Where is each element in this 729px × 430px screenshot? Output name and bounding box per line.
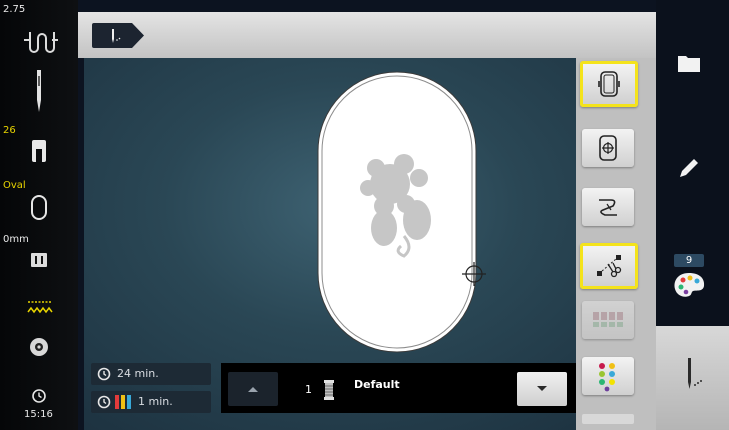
embroider-tab[interactable]	[656, 326, 729, 430]
total-time-box: 24 min.	[91, 363, 211, 385]
arrow-up-icon	[248, 387, 258, 392]
hoop-name: Oval	[3, 180, 26, 191]
color-dots-icon	[599, 363, 615, 392]
clock-icon	[32, 389, 46, 403]
oval-hoop	[317, 71, 477, 353]
folder-icon[interactable]	[677, 52, 701, 74]
scroll-indicator[interactable]	[582, 414, 634, 424]
hoop-view-button[interactable]	[580, 61, 638, 107]
hoop-outline-icon	[598, 71, 620, 97]
stitch-path-icon	[599, 199, 617, 216]
color-selector: 1 Default	[221, 363, 576, 413]
center-design-button[interactable]	[582, 129, 634, 167]
clock-icon	[97, 395, 111, 409]
clock-icon	[97, 367, 111, 381]
needle-icon[interactable]	[0, 68, 78, 116]
center-icon	[599, 135, 617, 161]
tension-value: 2.75	[3, 4, 26, 15]
feed-dog-icon[interactable]	[0, 249, 78, 273]
foot-height-value: 0mm	[3, 234, 29, 245]
color-list-button[interactable]	[582, 357, 634, 395]
edit-pencil-icon[interactable]	[677, 156, 701, 180]
color-number: 1	[305, 383, 312, 396]
color-name: Default	[354, 378, 400, 391]
status-sidebar: 2.75 26 Oval 0mm 15:16	[0, 0, 78, 430]
total-time: 24 min.	[117, 367, 159, 380]
color-time: 1 min.	[138, 395, 173, 408]
thread-cut-button[interactable]	[580, 243, 638, 289]
bobbin-icon[interactable]	[0, 334, 78, 360]
presser-foot-number: 26	[3, 125, 16, 136]
stitch-out-button[interactable]	[582, 188, 634, 226]
stitch-type-icon[interactable]	[0, 296, 78, 320]
color-palette-icon[interactable]	[672, 270, 706, 300]
next-color-button[interactable]	[517, 372, 567, 406]
color-sequence-button[interactable]	[582, 301, 634, 339]
embroider-needle-icon	[688, 358, 702, 389]
presser-foot-icon[interactable]	[0, 138, 78, 168]
oval-hoop-icon[interactable]	[0, 193, 78, 223]
thread-spool-icon	[324, 380, 334, 400]
scissors-cut-icon	[597, 255, 622, 278]
color-blocks-icon	[593, 312, 623, 327]
clock-time: 15:16	[24, 409, 53, 420]
home-tab[interactable]	[92, 23, 144, 48]
tool-column	[576, 58, 656, 430]
color-time-box: 1 min.	[91, 391, 211, 413]
top-bar	[78, 12, 656, 58]
color-spools-icon	[115, 395, 131, 409]
palette-count-badge: 9	[674, 254, 704, 267]
previous-color-button[interactable]	[228, 372, 278, 406]
thread-tension-icon[interactable]	[0, 18, 78, 54]
right-navigation: 9	[656, 0, 729, 430]
arrow-down-icon	[537, 386, 547, 391]
